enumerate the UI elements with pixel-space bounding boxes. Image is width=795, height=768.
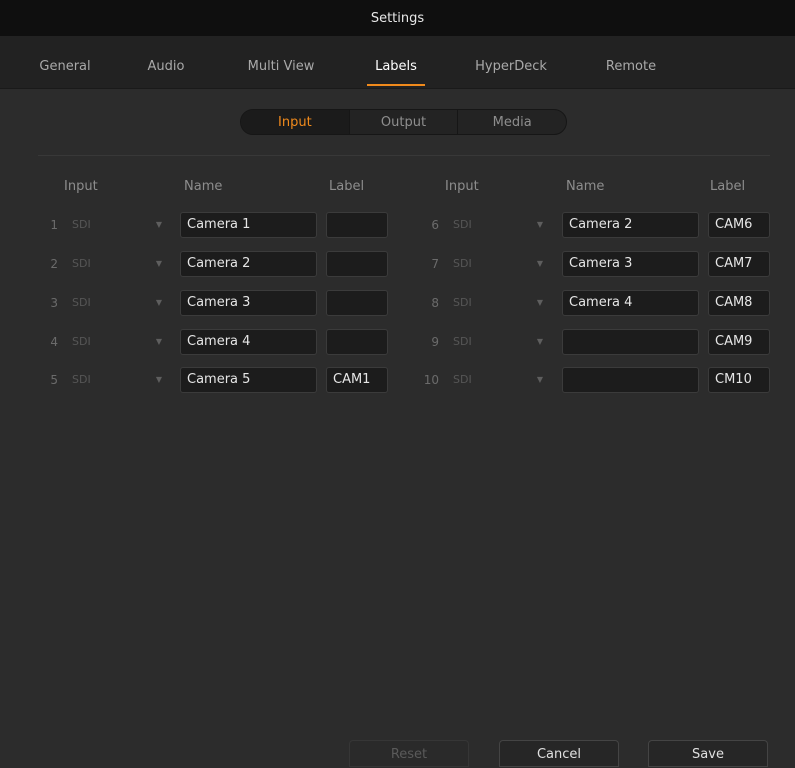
input-source-value: SDI	[453, 373, 472, 386]
chevron-down-icon: ▼	[155, 220, 162, 229]
input-source-select[interactable]: SDI ▼	[66, 251, 170, 277]
name-field[interactable]	[562, 329, 699, 355]
settings-tab-bar: General Audio Multi View Labels HyperDec…	[0, 36, 795, 89]
tab-hyperdeck[interactable]: HyperDeck	[475, 36, 547, 88]
input-source-value: SDI	[453, 218, 472, 231]
row-number: 9	[431, 335, 439, 349]
row-number: 10	[423, 373, 439, 387]
input-source-value: SDI	[72, 218, 91, 231]
row-number: 1	[50, 218, 58, 232]
input-source-select[interactable]: SDI ▼	[66, 367, 170, 393]
label-field[interactable]	[326, 251, 388, 277]
save-button[interactable]: Save	[648, 740, 768, 767]
input-source-select[interactable]: SDI ▼	[447, 329, 551, 355]
right-name-header: Name	[566, 179, 605, 194]
input-source-value: SDI	[72, 373, 91, 386]
row-number: 3	[50, 296, 58, 310]
label-field[interactable]: CAM1	[326, 367, 388, 393]
input-source-value: SDI	[453, 335, 472, 348]
name-field[interactable]: Camera 4	[562, 290, 699, 316]
reset-button[interactable]: Reset	[349, 740, 469, 767]
input-source-value: SDI	[72, 335, 91, 348]
label-field[interactable]	[326, 329, 388, 355]
input-source-select[interactable]: SDI ▼	[447, 251, 551, 277]
segment-input[interactable]: Input	[241, 110, 349, 134]
row-number: 2	[50, 257, 58, 271]
segment-media[interactable]: Media	[457, 110, 566, 134]
name-field[interactable]: Camera 1	[180, 212, 317, 238]
name-field[interactable]: Camera 2	[562, 212, 699, 238]
window-title-bar: Settings	[0, 0, 795, 36]
chevron-down-icon: ▼	[536, 298, 543, 307]
row-number: 6	[431, 218, 439, 232]
input-source-select[interactable]: SDI ▼	[447, 212, 551, 238]
label-field[interactable]	[326, 212, 388, 238]
input-source-select[interactable]: SDI ▼	[447, 290, 551, 316]
label-field[interactable]: CM10	[708, 367, 770, 393]
name-field[interactable]: Camera 5	[180, 367, 317, 393]
label-type-switcher: Input Output Media	[240, 109, 567, 135]
chevron-down-icon: ▼	[155, 298, 162, 307]
chevron-down-icon: ▼	[536, 375, 543, 384]
chevron-down-icon: ▼	[155, 337, 162, 346]
right-input-header: Input	[445, 179, 479, 194]
label-field[interactable]	[326, 290, 388, 316]
cancel-button[interactable]: Cancel	[499, 740, 619, 767]
input-source-value: SDI	[72, 296, 91, 309]
label-field[interactable]: CAM7	[708, 251, 770, 277]
input-source-select[interactable]: SDI ▼	[66, 329, 170, 355]
right-label-header: Label	[710, 179, 746, 194]
input-source-value: SDI	[72, 257, 91, 270]
input-source-select[interactable]: SDI ▼	[66, 290, 170, 316]
tab-multi-view[interactable]: Multi View	[248, 36, 315, 88]
segment-output[interactable]: Output	[348, 110, 458, 134]
name-field[interactable]: Camera 3	[562, 251, 699, 277]
label-field[interactable]: CAM9	[708, 329, 770, 355]
name-field[interactable]: Camera 3	[180, 290, 317, 316]
input-source-select[interactable]: SDI ▼	[447, 367, 551, 393]
section-divider	[38, 155, 770, 156]
active-tab-indicator	[367, 84, 425, 86]
label-field[interactable]: CAM8	[708, 290, 770, 316]
tab-general[interactable]: General	[39, 36, 90, 88]
left-name-header: Name	[184, 179, 223, 194]
name-field[interactable]: Camera 4	[180, 329, 317, 355]
chevron-down-icon: ▼	[536, 337, 543, 346]
tab-remote[interactable]: Remote	[606, 36, 656, 88]
tab-audio[interactable]: Audio	[148, 36, 185, 88]
tab-labels[interactable]: Labels	[375, 36, 417, 88]
chevron-down-icon: ▼	[536, 259, 543, 268]
row-number: 7	[431, 257, 439, 271]
row-number: 8	[431, 296, 439, 310]
input-source-select[interactable]: SDI ▼	[66, 212, 170, 238]
input-source-value: SDI	[453, 296, 472, 309]
left-input-header: Input	[64, 179, 98, 194]
chevron-down-icon: ▼	[155, 375, 162, 384]
chevron-down-icon: ▼	[155, 259, 162, 268]
chevron-down-icon: ▼	[536, 220, 543, 229]
input-source-value: SDI	[453, 257, 472, 270]
row-number: 4	[50, 335, 58, 349]
label-field[interactable]: CAM6	[708, 212, 770, 238]
name-field[interactable]	[562, 367, 699, 393]
row-number: 5	[50, 373, 58, 387]
name-field[interactable]: Camera 2	[180, 251, 317, 277]
window-title: Settings	[370, 10, 425, 26]
left-label-header: Label	[329, 179, 365, 194]
